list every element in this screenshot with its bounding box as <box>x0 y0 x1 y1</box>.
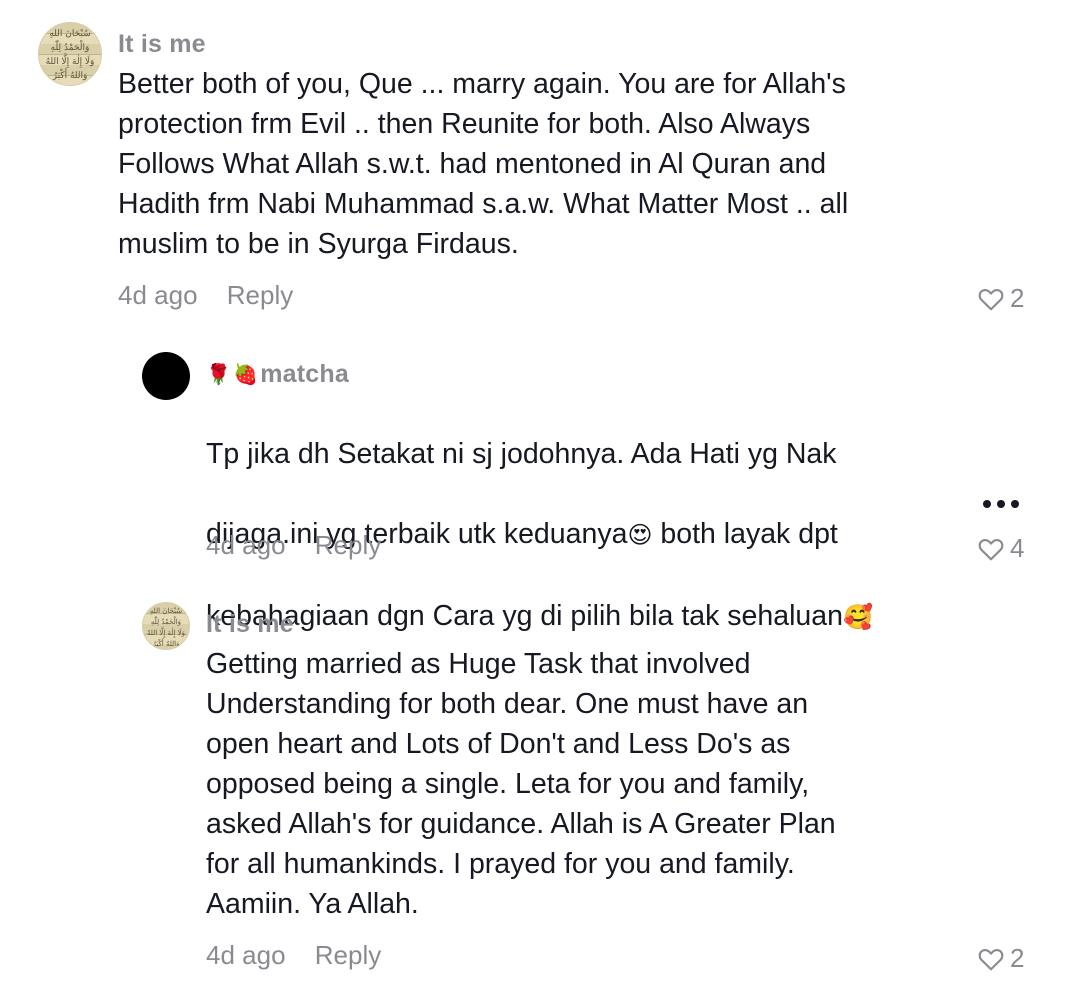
heart-icon <box>978 538 1004 560</box>
comment-text: Getting married as Huge Task that involv… <box>206 648 836 920</box>
like-button[interactable]: 2 <box>978 283 1024 314</box>
comment-meta: 4d ago Reply <box>118 280 293 311</box>
timestamp: 4d ago <box>118 280 198 310</box>
reply-button[interactable]: Reply <box>227 280 293 310</box>
username[interactable]: It is me <box>118 30 206 59</box>
timestamp: 4d ago <box>206 530 286 560</box>
like-count: 4 <box>1010 533 1025 563</box>
smiling-face-with-hearts-emoji-icon: 🥰 <box>842 604 873 631</box>
reply-button[interactable]: Reply <box>315 940 381 970</box>
comment-text-line: kebahagiaan dgn Cara yg di pilih bila ta… <box>206 600 873 632</box>
like-button[interactable]: 2 <box>978 943 1024 974</box>
username-row[interactable]: 🌹 🍓 matcha <box>206 360 349 389</box>
comment-text-line: Tp jika dh Setakat ni sj jodohnya. Ada H… <box>206 438 837 470</box>
like-count: 2 <box>1010 943 1025 973</box>
avatar[interactable]: سُبْحَانَ اللهِ وَالْحَمْدُ لِلّٰهِ وَلَ… <box>142 602 190 650</box>
comment-meta: 4d ago Reply <box>206 940 381 971</box>
timestamp: 4d ago <box>206 940 286 970</box>
heart-icon <box>978 288 1004 310</box>
heart-eyes-emoji-icon: 😍 <box>627 522 653 549</box>
strawberry-icon: 🍓 <box>233 364 259 386</box>
like-count: 2 <box>1010 283 1025 313</box>
comment-text: Better both of you, Que ... marry again.… <box>118 68 849 260</box>
comment-meta: 4d ago Reply <box>206 530 381 561</box>
reply-button[interactable]: Reply <box>315 530 381 560</box>
avatar[interactable]: سُبْحَانَ اللهِ وَالْحَمْدُ لِلّٰهِ وَلَ… <box>38 22 102 86</box>
rose-icon: 🌹 <box>206 364 232 386</box>
username[interactable]: It is me <box>206 610 294 639</box>
more-options-icon[interactable] <box>983 500 1019 508</box>
avatar[interactable] <box>142 352 190 400</box>
heart-icon <box>978 948 1004 970</box>
username[interactable]: matcha <box>260 360 349 389</box>
like-button[interactable]: 4 <box>978 533 1024 564</box>
